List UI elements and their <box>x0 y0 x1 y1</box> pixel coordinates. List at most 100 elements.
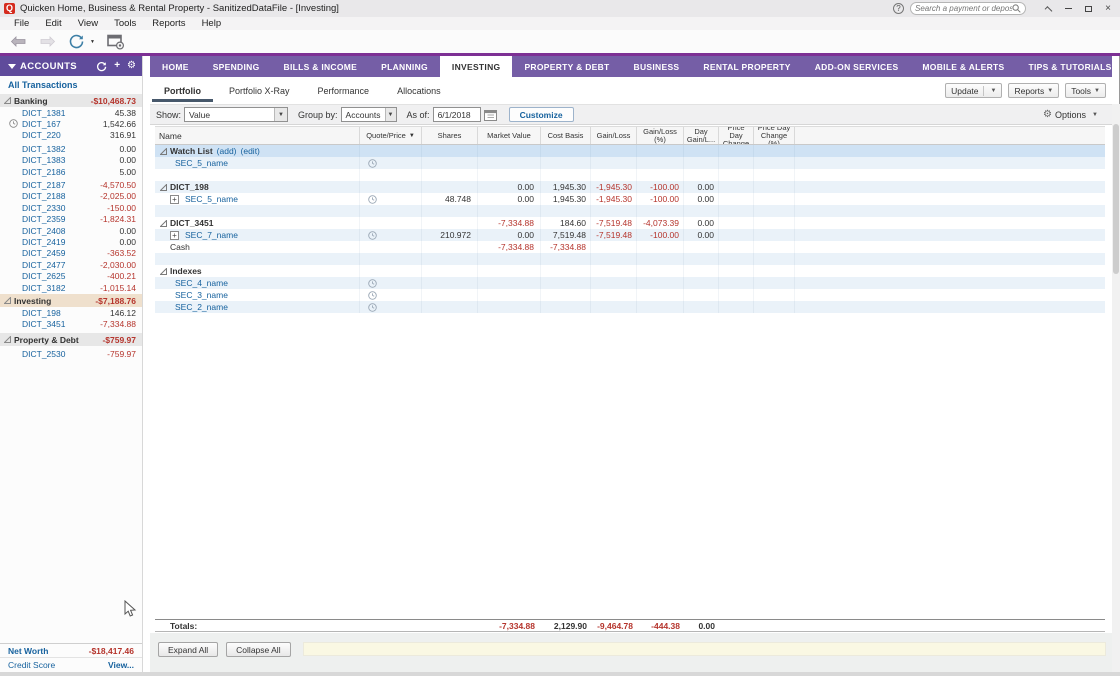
quote-status-icon[interactable] <box>368 279 377 288</box>
add-account-icon[interactable]: + <box>114 61 120 71</box>
col-cost-basis[interactable]: Cost Basis <box>541 127 591 144</box>
tab-planning[interactable]: PLANNING <box>369 56 440 77</box>
global-search-box[interactable] <box>910 2 1026 15</box>
table-row-security[interactable]: SEC_3_name <box>155 289 1105 301</box>
reports-button[interactable]: Reports▼ <box>1008 83 1059 98</box>
scrollbar-thumb[interactable] <box>1113 124 1119 274</box>
menu-file[interactable]: File <box>6 18 37 29</box>
tab-property-debt[interactable]: PROPERTY & DEBT <box>512 56 621 77</box>
row-name[interactable]: SEC_2_name <box>175 302 228 312</box>
minimize-button[interactable] <box>1060 2 1076 15</box>
tab-mobile-alerts[interactable]: MOBILE & ALERTS <box>910 56 1016 77</box>
forward-button[interactable] <box>39 36 56 47</box>
expand-all-button[interactable]: Expand All <box>158 642 218 657</box>
sidebar-account-row[interactable]: DICT_24190.00 <box>0 236 142 247</box>
one-step-update-button[interactable] <box>68 33 85 50</box>
dropdown-arrow-icon[interactable]: ▼ <box>385 108 396 121</box>
row-name[interactable]: SEC_3_name <box>175 290 228 300</box>
col-day-gain[interactable]: Day Gain/L... <box>684 127 719 144</box>
sidebar-account-row[interactable]: DICT_13820.00 <box>0 143 142 154</box>
credit-score-view-link[interactable]: View... <box>108 660 134 670</box>
group-by-select[interactable]: Accounts ▼ <box>341 107 397 122</box>
back-button[interactable] <box>10 36 27 47</box>
expand-plus-icon[interactable]: + <box>170 231 179 240</box>
subtab-allocations[interactable]: Allocations <box>383 77 455 104</box>
sidebar-account-row[interactable]: DICT_2330-150.00 <box>0 202 142 213</box>
subtab-portfolio-xray[interactable]: Portfolio X-Ray <box>215 77 304 104</box>
expand-plus-icon[interactable]: + <box>170 195 179 204</box>
sidebar-account-row[interactable]: DICT_198146.12 <box>0 307 142 318</box>
row-name[interactable]: SEC_7_name <box>185 230 238 240</box>
col-price-day-change-pct[interactable]: Price Day Change (%) <box>754 127 795 144</box>
sidebar-account-row[interactable]: DICT_1671,542.66 <box>0 118 142 129</box>
col-price-day-change[interactable]: Price Day Change <box>719 127 754 144</box>
sidebar-account-row[interactable]: DICT_2359-1,824.31 <box>0 214 142 225</box>
tools-button[interactable]: Tools▼ <box>1065 83 1106 98</box>
help-icon[interactable]: ? <box>893 3 904 14</box>
options-button[interactable]: ⚙ Options ▼ <box>1043 110 1098 120</box>
tab-addon-services[interactable]: ADD-ON SERVICES <box>803 56 911 77</box>
subtab-portfolio[interactable]: Portfolio <box>150 77 215 104</box>
table-row-security[interactable]: +SEC_7_name 210.972 0.00 7,519.48 -7,519… <box>155 229 1105 241</box>
tab-spending[interactable]: SPENDING <box>201 56 272 77</box>
menu-help[interactable]: Help <box>194 18 230 29</box>
sidebar-account-row[interactable]: DICT_2188-2,025.00 <box>0 191 142 202</box>
menu-tools[interactable]: Tools <box>106 18 144 29</box>
collapse-triangle-icon[interactable] <box>160 148 167 155</box>
customize-button[interactable]: Customize <box>509 107 574 122</box>
col-gain-loss-pct[interactable]: Gain/Loss (%) <box>637 127 684 144</box>
col-quote-price[interactable]: Quote/Price▼ <box>360 127 422 144</box>
table-row-security[interactable]: SEC_5_name <box>155 157 1105 169</box>
table-row-security[interactable]: +SEC_5_name 48.748 0.00 1,945.30 -1,945.… <box>155 193 1105 205</box>
row-name[interactable]: SEC_5_name <box>175 158 228 168</box>
menu-edit[interactable]: Edit <box>37 18 69 29</box>
table-row-security[interactable]: SEC_4_name <box>155 277 1105 289</box>
sidebar-account-row[interactable]: DICT_3182-1,015.14 <box>0 282 142 293</box>
sidebar-account-row[interactable]: DICT_24080.00 <box>0 225 142 236</box>
show-select[interactable]: Value ▼ <box>184 107 288 122</box>
table-row-indexes-group[interactable]: Indexes <box>155 265 1105 277</box>
customize-toolbar-icon[interactable] <box>107 34 125 50</box>
sidebar-account-row[interactable]: DICT_3451-7,334.88 <box>0 319 142 330</box>
table-row-watch-list[interactable]: Watch List(add)(edit) <box>155 145 1105 157</box>
sidebar-account-row[interactable]: DICT_138145.38 <box>0 107 142 118</box>
tab-investing[interactable]: INVESTING <box>440 56 513 77</box>
as-of-date-input[interactable]: 6/1/2018 <box>433 107 481 122</box>
row-name[interactable]: SEC_4_name <box>175 278 228 288</box>
sidebar-account-row[interactable]: DICT_2477-2,030.00 <box>0 259 142 270</box>
table-row-account-group[interactable]: DICT_3451 -7,334.88 184.60 -7,519.48 -4,… <box>155 217 1105 229</box>
quote-status-icon[interactable] <box>368 231 377 240</box>
row-name[interactable]: SEC_5_name <box>185 194 238 204</box>
sidebar-account-row[interactable]: DICT_2459-363.52 <box>0 248 142 259</box>
quote-status-icon[interactable] <box>368 159 377 168</box>
col-gain-loss[interactable]: Gain/Loss <box>591 127 637 144</box>
refresh-accounts-icon[interactable] <box>96 61 107 72</box>
restore-button[interactable] <box>1080 2 1096 15</box>
subtab-performance[interactable]: Performance <box>304 77 384 104</box>
sidebar-account-row[interactable]: DICT_13830.00 <box>0 155 142 166</box>
close-button[interactable]: × <box>1100 2 1116 15</box>
menu-reports[interactable]: Reports <box>144 18 193 29</box>
table-row-account-group[interactable]: DICT_198 0.00 1,945.30 -1,945.30 -100.00… <box>155 181 1105 193</box>
table-row-security[interactable]: SEC_2_name <box>155 301 1105 313</box>
sidebar-group-property-debt[interactable]: Property & Debt -$759.97 <box>0 333 142 346</box>
vertical-scrollbar[interactable] <box>1112 104 1120 672</box>
col-market-value[interactable]: Market Value <box>478 127 541 144</box>
tab-business[interactable]: BUSINESS <box>622 56 692 77</box>
sidebar-group-investing[interactable]: Investing -$7,188.76 <box>0 294 142 307</box>
collapse-chevron-button[interactable] <box>1040 2 1056 15</box>
tab-rental-property[interactable]: RENTAL PROPERTY <box>691 56 802 77</box>
sidebar-account-row[interactable]: DICT_2187-4,570.50 <box>0 179 142 190</box>
quote-status-icon[interactable] <box>368 303 377 312</box>
update-button[interactable]: Update▼ <box>945 83 1002 98</box>
add-link[interactable]: (add) <box>217 146 237 156</box>
sidebar-account-row[interactable]: DICT_2530-759.97 <box>0 348 142 359</box>
col-shares[interactable]: Shares <box>422 127 478 144</box>
accounts-collapse-icon[interactable] <box>8 64 16 69</box>
collapse-triangle-icon[interactable] <box>160 184 167 191</box>
net-worth-row[interactable]: Net Worth -$18,417.46 <box>0 644 142 658</box>
tab-tips-tutorials[interactable]: TIPS & TUTORIALS <box>1017 56 1120 77</box>
edit-link[interactable]: (edit) <box>241 146 260 156</box>
credit-score-row[interactable]: Credit Score View... <box>0 658 142 672</box>
collapse-all-button[interactable]: Collapse All <box>226 642 290 657</box>
